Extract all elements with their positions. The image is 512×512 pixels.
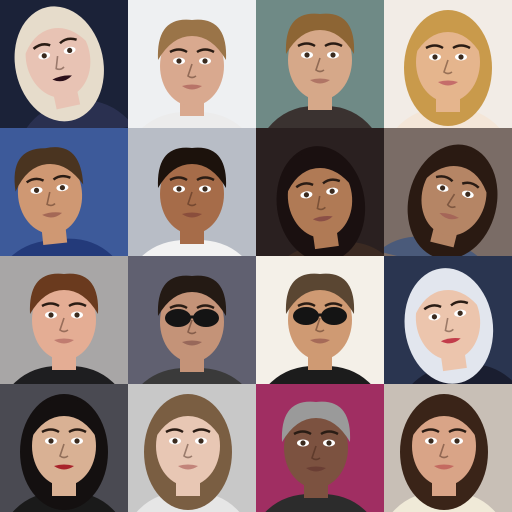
right-pupil <box>198 438 204 444</box>
left-pupil <box>432 54 438 60</box>
right-pupil <box>74 438 80 444</box>
sunglasses-left-lens <box>165 309 191 327</box>
portrait-tile-16 <box>384 384 512 512</box>
right-pupil <box>202 58 208 64</box>
portrait-tile-13 <box>0 384 128 512</box>
portrait-tile-5 <box>0 128 128 256</box>
portrait-photo <box>0 384 128 512</box>
portrait-photo <box>128 0 256 128</box>
portrait-tile-15 <box>256 384 384 512</box>
portrait-photo <box>0 128 128 256</box>
right-pupil <box>202 186 208 192</box>
left-pupil <box>428 438 434 444</box>
portrait-photo <box>128 256 256 384</box>
portrait-tile-1 <box>0 0 128 128</box>
portrait-tile-8 <box>384 128 512 256</box>
photo-grid <box>0 0 512 512</box>
sunglasses-right-lens <box>321 307 347 325</box>
left-pupil <box>300 440 306 446</box>
portrait-photo <box>128 128 256 256</box>
right-pupil <box>74 312 80 318</box>
left-pupil <box>48 312 54 318</box>
left-pupil <box>176 186 182 192</box>
portrait-tile-9 <box>0 256 128 384</box>
right-pupil <box>330 52 336 58</box>
portrait-tile-12 <box>384 256 512 384</box>
left-pupil <box>48 438 54 444</box>
right-pupil <box>326 440 332 446</box>
portrait-photo <box>384 384 512 512</box>
sunglasses-left-lens <box>293 307 319 325</box>
left-pupil <box>304 52 310 58</box>
portrait-tile-3 <box>256 0 384 128</box>
right-pupil <box>458 54 464 60</box>
portrait-tile-2 <box>128 0 256 128</box>
portrait-photo <box>384 0 512 128</box>
portrait-tile-14 <box>128 384 256 512</box>
right-pupil <box>454 438 460 444</box>
portrait-photo <box>384 256 512 384</box>
portrait-photo <box>384 128 512 256</box>
portrait-tile-7 <box>256 128 384 256</box>
portrait-photo <box>256 128 384 256</box>
left-pupil <box>176 58 182 64</box>
portrait-photo <box>256 0 384 128</box>
portrait-photo <box>128 384 256 512</box>
portrait-tile-10 <box>128 256 256 384</box>
portrait-photo <box>0 0 128 128</box>
portrait-tile-6 <box>128 128 256 256</box>
portrait-photo <box>256 256 384 384</box>
portrait-photo <box>0 256 128 384</box>
left-pupil <box>172 438 178 444</box>
portrait-tile-4 <box>384 0 512 128</box>
portrait-tile-11 <box>256 256 384 384</box>
portrait-photo <box>256 384 384 512</box>
sunglasses-right-lens <box>193 309 219 327</box>
